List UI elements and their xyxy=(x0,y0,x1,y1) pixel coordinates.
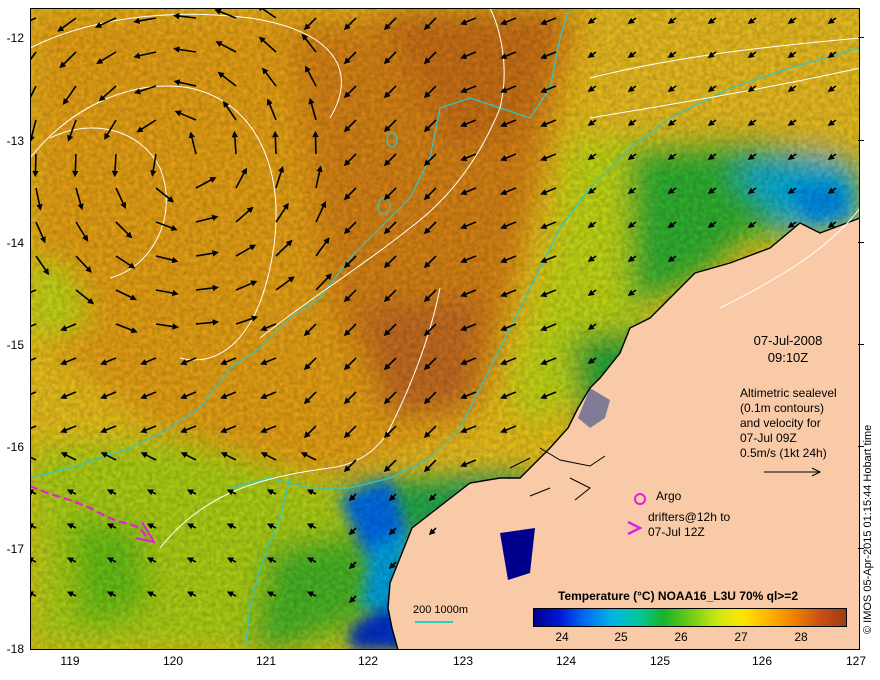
lat-tick-mark xyxy=(858,344,864,345)
depth-contour-swatch xyxy=(415,621,453,623)
lon-tick-label: 125 xyxy=(649,654,671,668)
date-label: 07-Jul-2008 xyxy=(753,333,823,348)
time-label: 09:10Z xyxy=(767,350,809,365)
lat-tick-mark xyxy=(858,242,864,243)
altimetry-line: Altimetric sealevel xyxy=(740,386,837,400)
lon-tick-label: 123 xyxy=(452,654,474,668)
lat-tick-label: -17 xyxy=(6,542,24,556)
credit-text: © IMOS 05-Apr-2015 01:15:44 Hobart time xyxy=(862,424,874,634)
map-figure: -12 -13 -14 -15 -16 -17 -18 119 120 121 … xyxy=(0,0,880,680)
colorbar-tick-label: 27 xyxy=(734,630,748,644)
lon-tick-label: 122 xyxy=(357,654,379,668)
lat-tick-label: -12 xyxy=(6,31,24,45)
lat-tick-label: -14 xyxy=(6,236,24,250)
lat-tick-label: -13 xyxy=(6,134,24,148)
lat-tick-label: -18 xyxy=(6,642,24,656)
depth-contour-legend: 200 1000m xyxy=(413,604,469,616)
altimetry-line: 0.5m/s (1kt 24h) xyxy=(740,446,827,460)
lon-tick-label: 119 xyxy=(60,654,80,668)
lat-tick-mark xyxy=(858,37,864,38)
lon-tick-label: 124 xyxy=(555,654,577,668)
argo-label: Argo xyxy=(656,489,682,503)
lat-tick-label: -16 xyxy=(6,440,24,454)
colorbar-tick-label: 28 xyxy=(794,630,808,644)
drifter-label-line: 07-Jul 12Z xyxy=(648,525,705,539)
lat-tick-label: -15 xyxy=(6,338,24,352)
colorbar-tick-label: 25 xyxy=(614,630,628,644)
map-border xyxy=(30,8,860,650)
altimetry-line: and velocity for xyxy=(740,416,821,430)
colorbar-title: Temperature (°C) NOAA16_L3U 70% ql>=2 xyxy=(558,589,798,603)
lon-tick-label: 120 xyxy=(162,654,184,668)
lon-tick-label: 126 xyxy=(751,654,773,668)
altimetry-line: (0.1m contours) xyxy=(740,401,825,415)
drifter-label: drifters@12h to 07-Jul 12Z xyxy=(648,510,730,540)
colorbar xyxy=(533,608,847,627)
drifter-label-line: drifters@12h to xyxy=(648,510,731,524)
altimetry-line: 07-Jul 09Z xyxy=(740,431,797,445)
colorbar-tick-label: 24 xyxy=(555,630,569,644)
altimetry-description: Altimetric sealevel (0.1m contours) and … xyxy=(740,386,860,461)
lat-tick-mark xyxy=(858,140,864,141)
timestamp-annotation: 07-Jul-2008 09:10Z xyxy=(738,332,838,366)
lon-tick-label: 127 xyxy=(845,654,867,668)
colorbar-tick-label: 26 xyxy=(674,630,688,644)
lon-tick-label: 121 xyxy=(255,654,277,668)
